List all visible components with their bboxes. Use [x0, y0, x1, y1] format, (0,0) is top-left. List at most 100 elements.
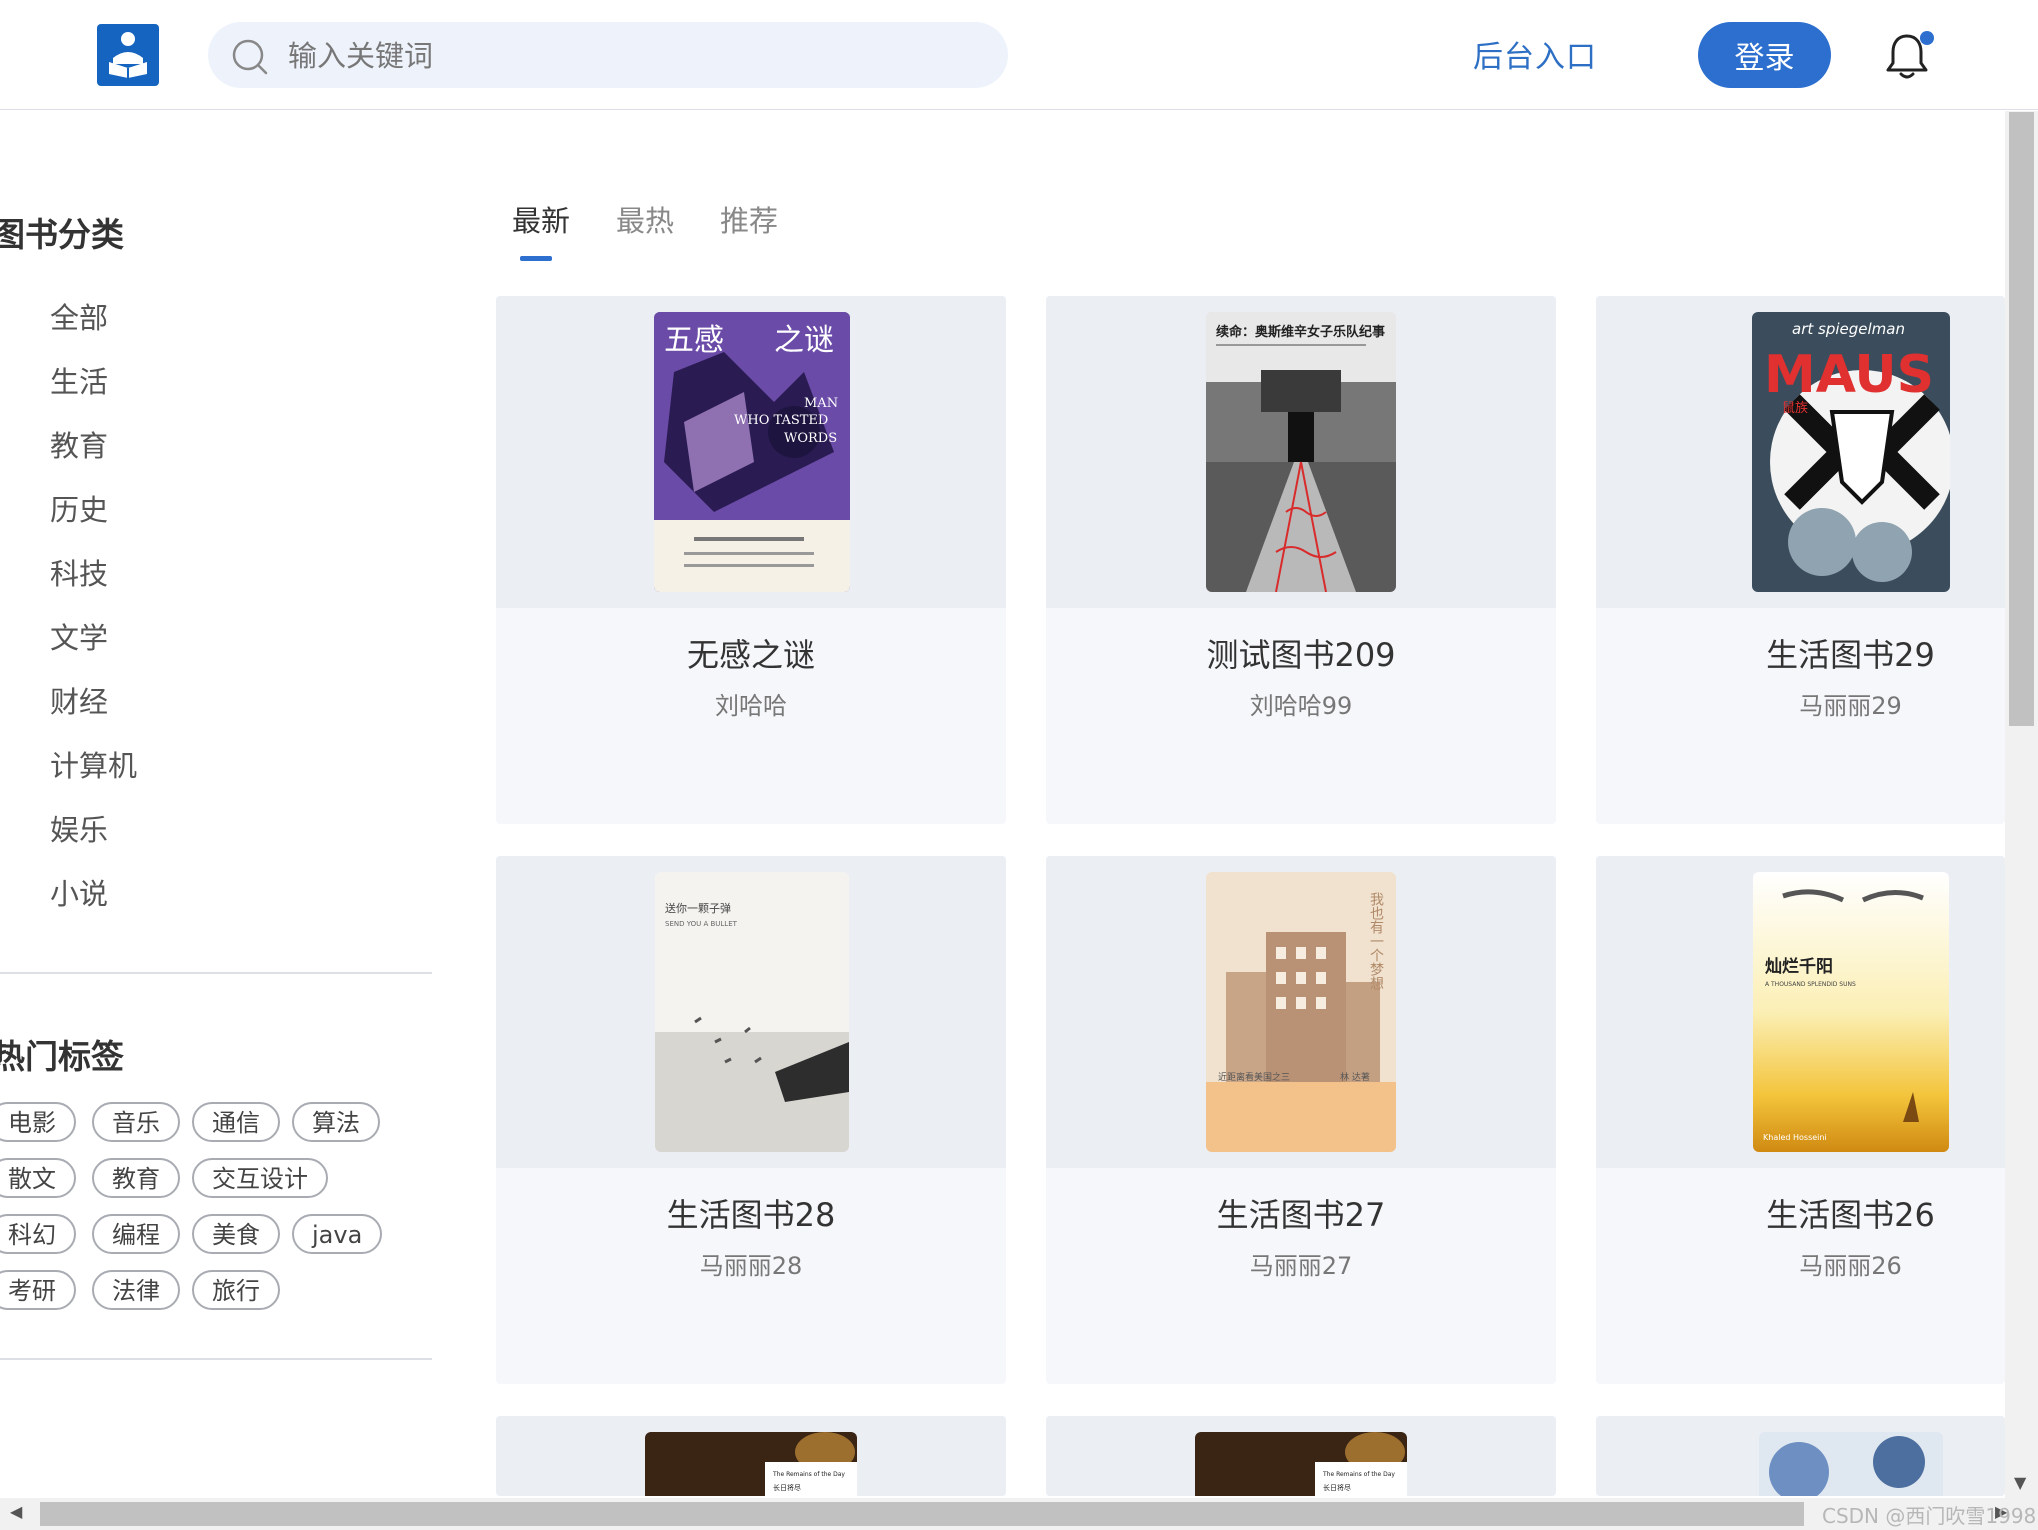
sidebar-divider	[0, 1358, 432, 1360]
category-item[interactable]: 科技	[50, 542, 137, 606]
book-author: 马丽丽26	[1799, 1252, 1902, 1280]
book-card[interactable]: 灿烂千阳 A THOUSAND SPLENDID SUNS Khaled Hos…	[1596, 856, 2005, 1384]
tag-row: 科幻 编程 美食 java	[0, 1214, 428, 1270]
active-tab-indicator	[520, 256, 552, 261]
book-card[interactable]: 五感 之谜 MAN WHO TASTED WORDS 无感之谜 刘哈哈	[496, 296, 1006, 824]
book-title[interactable]: 生活图书29	[1646, 630, 2005, 676]
search-icon[interactable]	[230, 37, 270, 77]
scroll-left-arrow-icon[interactable]: ◀	[10, 1502, 22, 1521]
tag-row: 考研 法律 旅行	[0, 1270, 428, 1326]
cover-text: 长日将尽	[773, 1483, 801, 1492]
hot-tags-title: 热门标签	[0, 1037, 124, 1076]
top-header: 后台入口 登录	[0, 0, 2038, 110]
notification-badge-dot	[1920, 31, 1934, 45]
book-title[interactable]: 测试图书209	[1046, 630, 1556, 676]
tag-chip[interactable]: java	[292, 1214, 383, 1254]
cover-area: 灿烂千阳 A THOUSAND SPLENDID SUNS Khaled Hos…	[1596, 856, 2005, 1168]
cover-text: SEND YOU A BULLET	[665, 920, 738, 928]
cover-text: Khaled Hosseini	[1763, 1133, 1827, 1142]
login-button[interactable]: 登录	[1698, 22, 1831, 88]
book-card[interactable]: 送你一颗子弹 SEND YOU A BULLET 生活图书28 马丽丽28	[496, 856, 1006, 1384]
tag-chip[interactable]: 法律	[92, 1270, 180, 1310]
admin-entry-link[interactable]: 后台入口	[1473, 32, 1597, 76]
tag-chip[interactable]: 通信	[192, 1102, 280, 1142]
cover-area: The Remains of the Day 长日将尽	[496, 1416, 1006, 1496]
cover-area: art spiegelman MAUS 鼠族	[1596, 296, 2005, 608]
category-item[interactable]: 小说	[50, 862, 137, 926]
book-cover[interactable]: 五感 之谜 MAN WHO TASTED WORDS	[654, 312, 850, 592]
tag-chip[interactable]: 考研	[0, 1270, 76, 1310]
category-item[interactable]: 生活	[50, 350, 137, 414]
book-author: 马丽丽28	[699, 1252, 803, 1280]
cover-text: The Remains of the Day	[1322, 1471, 1395, 1478]
category-item[interactable]: 文学	[50, 606, 137, 670]
tab-hottest[interactable]: 最热	[616, 198, 674, 240]
tag-chip[interactable]: 散文	[0, 1158, 76, 1198]
book-cover[interactable]: 送你一颗子弹 SEND YOU A BULLET	[655, 872, 849, 1152]
book-cover[interactable]: art spiegelman MAUS 鼠族	[1752, 312, 1950, 592]
tag-row: 散文 教育 交互设计	[0, 1158, 428, 1214]
category-item[interactable]: 娱乐	[50, 798, 137, 862]
tag-row: 电影 音乐 通信 算法	[0, 1102, 428, 1158]
tag-chip[interactable]: 科幻	[0, 1214, 76, 1254]
tab-latest[interactable]: 最新	[512, 198, 570, 240]
cover-text: 我也有一个梦想	[1368, 892, 1384, 990]
tag-chip[interactable]: 音乐	[92, 1102, 180, 1142]
cover-text: 灿烂千阳	[1765, 956, 1833, 977]
tag-chip[interactable]: 教育	[92, 1158, 180, 1198]
tag-chip[interactable]: 旅行	[192, 1270, 280, 1310]
cover-text: WORDS	[784, 431, 837, 446]
tab-recommend[interactable]: 推荐	[720, 198, 778, 240]
book-title[interactable]: 无感之谜	[496, 630, 1006, 676]
category-item[interactable]: 财经	[50, 670, 137, 734]
cover-area: 我也有一个梦想 近距离看美国之三 林 达著	[1046, 856, 1556, 1168]
book-cover[interactable]: The Remains of the Day 长日将尽	[645, 1432, 857, 1496]
category-item[interactable]: 计算机	[50, 734, 137, 798]
book-card[interactable]: art spiegelman MAUS 鼠族 生活图书29 马丽丽29	[1596, 296, 2005, 824]
cover-text: The Remains of the Day	[772, 1471, 845, 1478]
book-author: 刘哈哈99	[1249, 692, 1353, 720]
category-item[interactable]: 历史	[50, 478, 137, 542]
tag-chip[interactable]: 编程	[92, 1214, 180, 1254]
vertical-scrollbar-thumb[interactable]	[2009, 112, 2034, 726]
cover-text: A THOUSAND SPLENDID SUNS	[1765, 981, 1856, 988]
cover-text: 近距离看美国之三	[1218, 1071, 1290, 1083]
book-card[interactable]: The Remains of the Day 长日将尽	[1046, 1416, 1556, 1496]
cover-area: 送你一颗子弹 SEND YOU A BULLET	[496, 856, 1006, 1168]
horizontal-scrollbar-thumb[interactable]	[40, 1502, 1804, 1526]
cover-text: MAN	[804, 396, 838, 411]
book-title[interactable]: 生活图书26	[1646, 1190, 2005, 1236]
category-list: 全部 生活 教育 历史 科技 文学 财经 计算机 娱乐 小说	[50, 286, 137, 926]
watermark: CSDN @西门吹雪1998	[1822, 1504, 2037, 1528]
book-cover[interactable]: 续命：奥斯维辛女子乐队纪事	[1206, 312, 1396, 592]
tag-chip[interactable]: 美食	[192, 1214, 280, 1254]
library-logo[interactable]	[97, 24, 159, 86]
book-card[interactable]	[1596, 1416, 2005, 1496]
book-card[interactable]: 我也有一个梦想 近距离看美国之三 林 达著 生活图书27 马丽丽27	[1046, 856, 1556, 1384]
book-title[interactable]: 生活图书27	[1046, 1190, 1556, 1236]
cover-text: 送你一颗子弹	[665, 901, 731, 915]
search-input[interactable]	[286, 22, 980, 90]
book-cover[interactable]: 我也有一个梦想 近距离看美国之三 林 达著	[1206, 872, 1396, 1152]
tag-chip[interactable]: 交互设计	[192, 1158, 328, 1198]
cover-area: 续命：奥斯维辛女子乐队纪事	[1046, 296, 1556, 608]
category-title: 图书分类	[0, 215, 124, 254]
vertical-scrollbar[interactable]: ▼	[2005, 111, 2038, 1499]
book-cover[interactable]	[1759, 1432, 1943, 1496]
category-item[interactable]: 全部	[50, 286, 137, 350]
cover-text: 五感	[664, 323, 724, 358]
book-title[interactable]: 生活图书28	[496, 1190, 1006, 1236]
horizontal-scrollbar[interactable]: ◀ ▶	[0, 1498, 2038, 1530]
scroll-down-arrow-icon[interactable]: ▼	[2014, 1473, 2026, 1492]
book-author: 马丽丽27	[1249, 1252, 1353, 1280]
tag-chip[interactable]: 电影	[0, 1102, 76, 1142]
sidebar-divider	[0, 972, 432, 974]
book-card[interactable]: 续命：奥斯维辛女子乐队纪事 测试图书209 刘哈哈99	[1046, 296, 1556, 824]
tag-chip[interactable]: 算法	[292, 1102, 380, 1142]
book-card[interactable]: The Remains of the Day 长日将尽	[496, 1416, 1006, 1496]
book-cover[interactable]: 灿烂千阳 A THOUSAND SPLENDID SUNS Khaled Hos…	[1753, 872, 1949, 1152]
category-item[interactable]: 教育	[50, 414, 137, 478]
reader-icon	[109, 32, 147, 78]
cover-area: The Remains of the Day 长日将尽	[1046, 1416, 1556, 1496]
book-cover[interactable]: The Remains of the Day 长日将尽	[1195, 1432, 1407, 1496]
